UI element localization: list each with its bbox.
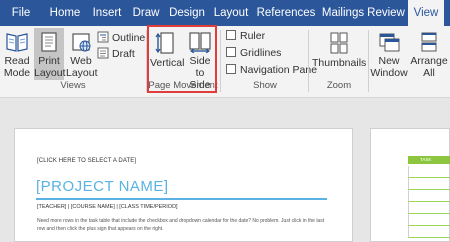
ribbon-tab-bar: File Home Insert Draw Design Layout Refe…: [0, 0, 450, 26]
outline-label: Outline: [112, 32, 146, 44]
zoom-group-label: Zoom: [326, 80, 352, 91]
arrange-all-label-1: Arrange: [410, 55, 448, 67]
title-underline: [36, 198, 327, 200]
project-name-title[interactable]: [PROJECT NAME]: [36, 178, 169, 195]
task-row[interactable]: [408, 214, 450, 226]
new-window-label-1: New: [378, 55, 400, 67]
arrange-all-button[interactable]: Arrange All: [408, 28, 450, 79]
ruler-checkbox[interactable]: Ruler: [226, 28, 265, 44]
task-table: [408, 166, 450, 238]
tab-draw[interactable]: Draw: [128, 0, 164, 26]
tab-file[interactable]: File: [0, 0, 42, 26]
task-table-header: TASK: [408, 156, 450, 164]
draft-button[interactable]: Draft: [97, 46, 135, 62]
new-window-label-2: Window: [370, 67, 408, 79]
task-row[interactable]: [408, 202, 450, 214]
page-movement-highlight: [147, 25, 217, 93]
web-layout-label-1: Web: [70, 55, 92, 67]
web-layout-button[interactable]: Web Layout: [66, 28, 98, 79]
tab-home[interactable]: Home: [44, 0, 86, 26]
gridlines-label: Gridlines: [240, 47, 282, 59]
print-layout-button[interactable]: Print Layout: [34, 28, 66, 80]
read-mode-label-1: Read: [4, 55, 30, 67]
outline-icon: [97, 31, 109, 43]
thumbnails-label: Thumbnails: [312, 57, 367, 69]
read-mode-label-2: Mode: [3, 67, 31, 79]
navigation-pane-checkbox[interactable]: Navigation Pane: [226, 62, 317, 78]
tab-view[interactable]: View: [408, 0, 444, 26]
task-row[interactable]: [408, 178, 450, 190]
views-group-label: Views: [60, 80, 86, 91]
draft-icon: [97, 47, 109, 59]
tab-design[interactable]: Design: [166, 0, 208, 26]
task-row[interactable]: [408, 166, 450, 178]
ruler-label: Ruler: [240, 30, 266, 42]
gridlines-checkbox-box[interactable]: [226, 47, 236, 57]
print-layout-label-1: Print: [38, 55, 60, 67]
tab-references[interactable]: References: [254, 0, 318, 26]
group-divider: [220, 30, 221, 92]
tab-insert[interactable]: Insert: [88, 0, 126, 26]
ruler-checkbox-box[interactable]: [226, 30, 236, 40]
draft-label: Draft: [112, 48, 135, 60]
arrange-all-icon: [421, 32, 437, 52]
tab-review[interactable]: Review: [366, 0, 406, 26]
date-placeholder[interactable]: [CLICK HERE TO SELECT A DATE]: [37, 158, 136, 164]
gridlines-checkbox[interactable]: Gridlines: [226, 45, 281, 61]
new-window-icon: [379, 33, 400, 52]
group-divider: [308, 30, 309, 92]
web-layout-icon: [72, 33, 91, 52]
instructions-paragraph: Need more rows in the task table that in…: [37, 218, 325, 232]
outline-button[interactable]: Outline: [97, 30, 145, 46]
tab-mailings[interactable]: Mailings: [318, 0, 368, 26]
navigation-pane-checkbox-box[interactable]: [226, 64, 236, 74]
thumbnails-icon: [330, 32, 348, 54]
navigation-pane-label: Navigation Pane: [240, 64, 318, 76]
task-row[interactable]: [408, 226, 450, 238]
web-layout-label-2: Layout: [66, 67, 98, 79]
print-layout-label-2: Layout: [34, 67, 66, 79]
view-ribbon: Read Mode Print Layout Web Layout Outlin…: [0, 26, 450, 98]
tab-layout[interactable]: Layout: [210, 0, 252, 26]
course-meta-line[interactable]: [TEACHER] | [COURSE NAME] | [CLASS TIME/…: [37, 204, 178, 210]
task-row[interactable]: [408, 190, 450, 202]
new-window-button[interactable]: New Window: [370, 28, 408, 79]
group-divider: [368, 30, 369, 92]
thumbnails-button[interactable]: Thumbnails: [312, 28, 366, 78]
read-mode-icon: [6, 33, 28, 52]
read-mode-button[interactable]: Read Mode: [2, 28, 32, 79]
print-layout-icon: [41, 32, 57, 52]
arrange-all-label-2: All: [423, 67, 435, 79]
show-group-label: Show: [253, 80, 277, 91]
